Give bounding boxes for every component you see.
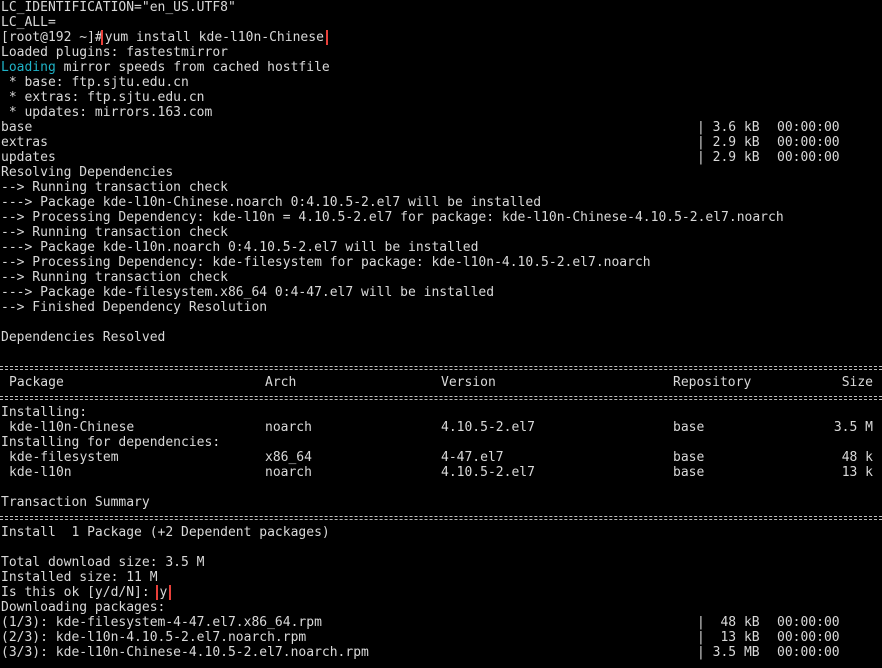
separator-rule [0,360,882,375]
cell-size: 3.5 M [833,420,873,435]
shell-prompt: [root@192 ~]# [1,30,103,45]
output-line: Install 1 Package (+2 Dependent packages… [1,525,330,540]
header-version: Version [441,375,496,390]
output-line: ---> Package kde-l10n-Chinese.noarch 0:4… [1,195,542,210]
mirror-line: * updates: mirrors.163.com [1,105,213,120]
output-line: --> Running transaction check [1,180,228,195]
cell-repository: base [673,450,705,465]
cell-arch: noarch [265,420,312,435]
table-header: Package Arch Version Repository Size [0,375,882,390]
repo-name: extras [1,135,48,150]
repo-name: base [1,120,33,135]
header-repository: Repository [673,375,752,390]
output-line: --> Running transaction check [1,270,228,285]
download-row: (1/3): kde-filesystem-4-47.el7.x86_64.rp… [0,615,882,630]
output-line: LC_ALL= [1,15,56,30]
command-line: [root@192 ~]# yum install kde-l10n-Chines… [0,30,882,45]
separator-rule [0,510,882,525]
repo-size: | 2.9 kB [697,150,760,165]
output-line: --> Running transaction check [1,225,228,240]
terminal-window[interactable]: LC_IDENTIFICATION="en_US.UTF8" LC_ALL= [… [0,0,882,668]
cell-package: kde-filesystem [9,450,119,465]
output-line: --> Processing Dependency: kde-l10n = 4.… [1,210,784,225]
loading-word: Loading [1,60,56,75]
output-line: ---> Package kde-l10n.noarch 0:4.10.5-2.… [1,240,479,255]
cell-repository: base [673,465,705,480]
output-line: Transaction Summary [1,495,150,510]
download-size: | 48 kB [697,615,760,630]
cell-size: 13 k [841,465,873,480]
output-line: Installed size: 11 M [1,570,158,585]
section-label: Installing for dependencies: [1,435,221,450]
repo-size: | 2.9 kB [697,135,760,150]
cell-version: 4.10.5-2.el7 [441,465,535,480]
repo-row: extras | 2.9 kB 00:00:00 [0,135,882,150]
download-size: | 3.5 MB [697,645,760,660]
highlighted-command: yum install kde-l10n-Chinese [100,30,328,45]
download-time: 00:00:00 [777,645,840,660]
table-row: kde-l10n noarch 4.10.5-2.el7 base 13 k [0,465,882,480]
download-row: (3/3): kde-l10n-Chinese-4.10.5-2.el7.noa… [0,645,882,660]
download-name: (3/3): kde-l10n-Chinese-4.10.5-2.el7.noa… [1,645,369,660]
cell-arch: noarch [265,465,312,480]
repo-time: 00:00:00 [777,135,840,150]
cell-repository: base [673,420,705,435]
repo-time: 00:00:00 [777,150,840,165]
output-line: LC_IDENTIFICATION="en_US.UTF8" [1,0,236,15]
mirror-line: * extras: ftp.sjtu.edu.cn [1,90,205,105]
output-line: Resolving Dependencies [1,165,174,180]
output-line: Loaded plugins: fastestmirror [1,45,228,60]
repo-name: updates [1,150,56,165]
section-label: Installing: [1,405,88,420]
output-line: ---> Package kde-filesystem.x86_64 0:4-4… [1,285,495,300]
download-time: 00:00:00 [777,630,840,645]
download-name: (2/3): kde-l10n-4.10.5-2.el7.noarch.rpm [1,630,307,645]
output-line: Loading mirror speeds from cached hostfi… [0,60,882,75]
header-arch: Arch [265,375,297,390]
confirm-answer: y [155,585,172,600]
output-line: --> Finished Dependency Resolution [1,300,268,315]
loading-text: mirror speeds from cached hostfile [55,60,330,75]
mirror-line: * base: ftp.sjtu.edu.cn [1,75,189,90]
cell-arch: x86_64 [265,450,312,465]
cell-package: kde-l10n-Chinese [9,420,135,435]
cell-version: 4-47.el7 [441,450,504,465]
repo-time: 00:00:00 [777,120,840,135]
table-row: kde-filesystem x86_64 4-47.el7 base 48 k [0,450,882,465]
download-name: (1/3): kde-filesystem-4-47.el7.x86_64.rp… [1,615,322,630]
cell-size: 48 k [841,450,873,465]
output-line: --> Processing Dependency: kde-filesyste… [1,255,651,270]
download-row: (2/3): kde-l10n-4.10.5-2.el7.noarch.rpm |… [0,630,882,645]
repo-row: base | 3.6 kB 00:00:00 [0,120,882,135]
output-line: Dependencies Resolved [1,330,166,345]
download-time: 00:00:00 [777,615,840,630]
download-size: | 13 kB [697,630,760,645]
confirm-prompt: Is this ok [y/d/N]: [1,585,150,600]
repo-size: | 3.6 kB [697,120,760,135]
separator-rule [0,390,882,405]
table-row: kde-l10n-Chinese noarch 4.10.5-2.el7 base 3.… [0,420,882,435]
header-package: Package [9,375,64,390]
output-line: Total download size: 3.5 M [1,555,205,570]
header-size: Size [841,375,873,390]
confirm-line: Is this ok [y/d/N]: y [0,585,882,600]
cell-version: 4.10.5-2.el7 [441,420,535,435]
repo-row: updates | 2.9 kB 00:00:00 [0,150,882,165]
output-line: Downloading packages: [1,600,166,615]
cell-package: kde-l10n [9,465,72,480]
